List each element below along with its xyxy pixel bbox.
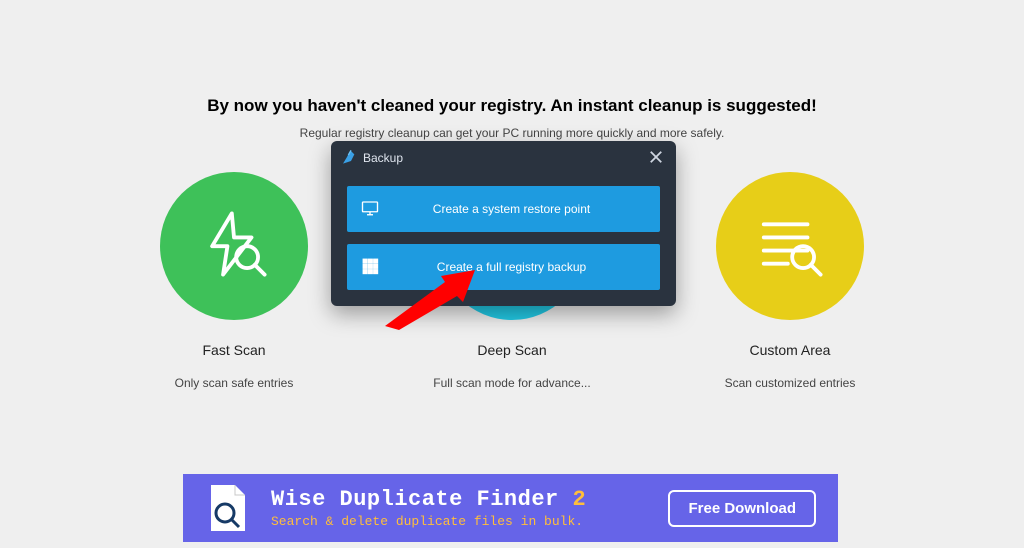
banner-title: Wise Duplicate Finder 2 xyxy=(271,487,668,512)
broom-icon xyxy=(341,149,357,168)
fast-scan-option: Fast Scan Only scan safe entries xyxy=(134,172,334,390)
grid-icon xyxy=(361,257,379,278)
restore-point-label: Create a system restore point xyxy=(393,202,660,216)
headline: By now you haven't cleaned your registry… xyxy=(0,0,1024,116)
fast-scan-button[interactable] xyxy=(160,172,308,320)
deep-scan-title: Deep Scan xyxy=(477,342,546,358)
file-search-icon xyxy=(205,483,249,533)
promo-banner: Wise Duplicate Finder 2 Search & delete … xyxy=(183,474,838,542)
banner-sub: Search & delete duplicate files in bulk. xyxy=(271,514,668,529)
subheadline: Regular registry cleanup can get your PC… xyxy=(0,126,1024,140)
close-icon xyxy=(649,150,663,167)
monitor-icon xyxy=(361,199,379,220)
fast-scan-desc: Only scan safe entries xyxy=(175,376,294,390)
full-backup-label: Create a full registry backup xyxy=(393,260,660,274)
custom-scan-option: Custom Area Scan customized entries xyxy=(690,172,890,390)
dialog-titlebar: Backup xyxy=(331,141,676,174)
custom-scan-title: Custom Area xyxy=(750,342,831,358)
fast-scan-title: Fast Scan xyxy=(202,342,265,358)
list-search-icon xyxy=(755,209,825,284)
custom-scan-desc: Scan customized entries xyxy=(725,376,856,390)
lightning-search-icon xyxy=(199,209,269,284)
backup-dialog: Backup Create a system restore point xyxy=(331,141,676,306)
create-full-backup-button[interactable]: Create a full registry backup xyxy=(347,244,660,290)
dialog-title: Backup xyxy=(363,151,403,165)
close-button[interactable] xyxy=(646,148,666,168)
custom-scan-button[interactable] xyxy=(716,172,864,320)
free-download-button[interactable]: Free Download xyxy=(668,490,816,527)
deep-scan-desc: Full scan mode for advance... xyxy=(433,376,590,390)
create-restore-point-button[interactable]: Create a system restore point xyxy=(347,186,660,232)
